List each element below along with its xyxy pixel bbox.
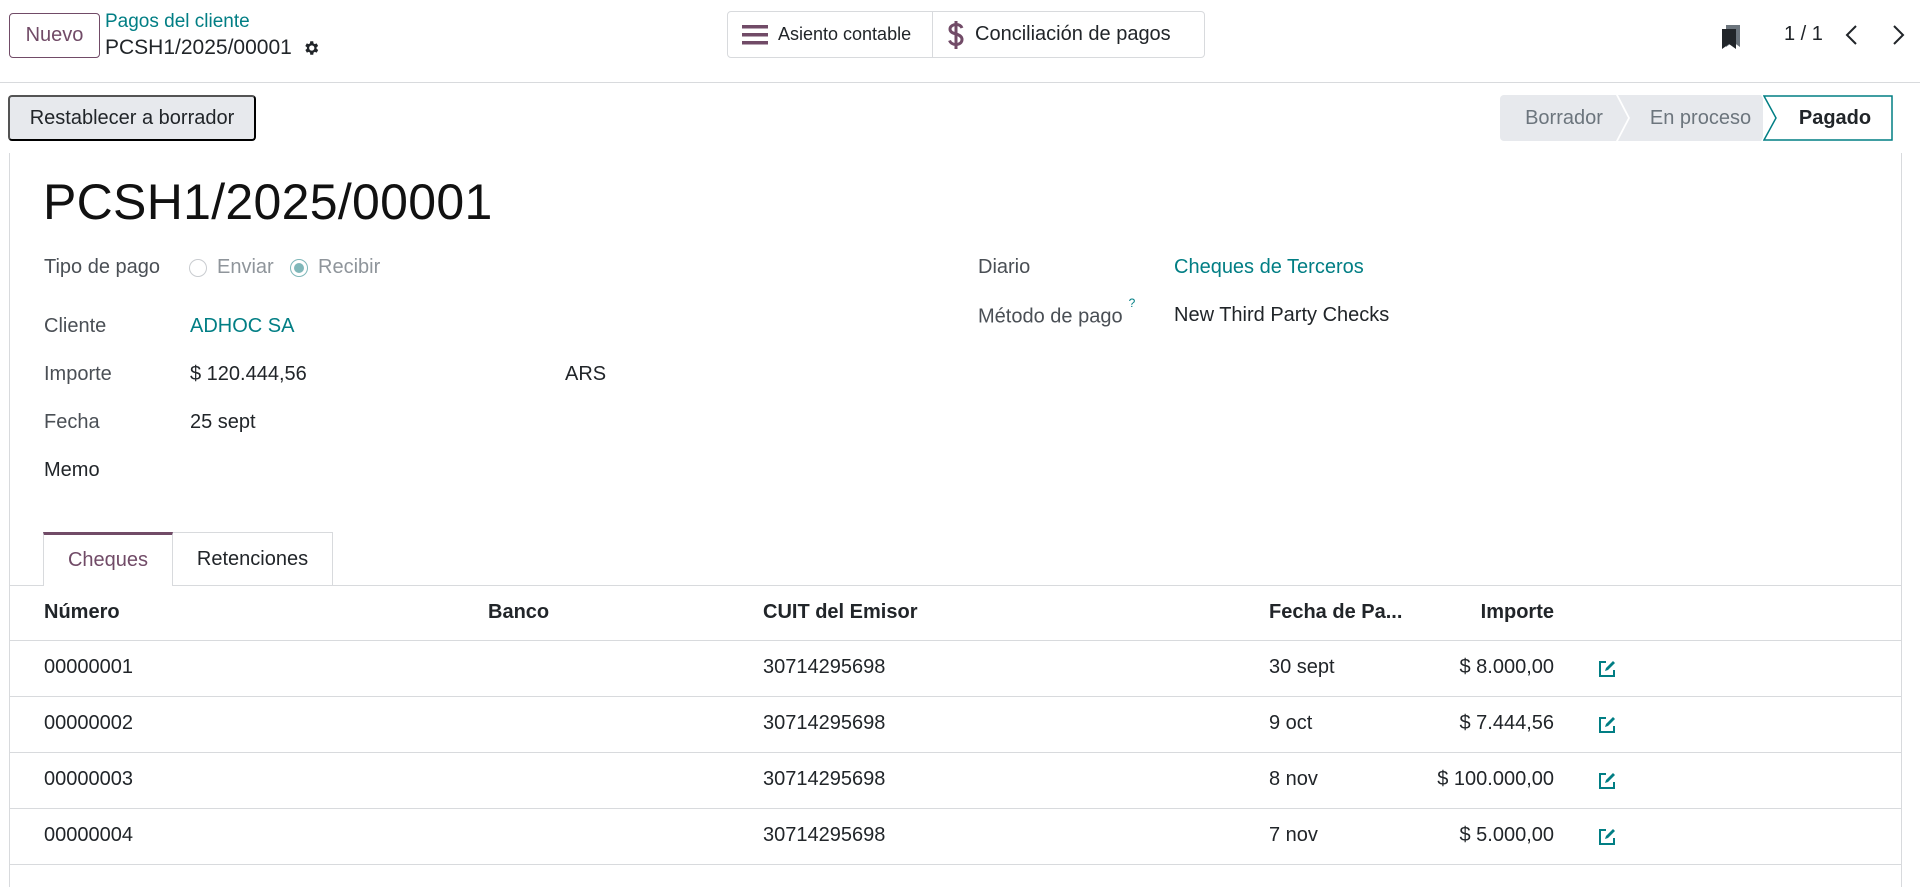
stage-paid-label: Pagado (1798, 106, 1872, 129)
edit-icon[interactable] (1597, 771, 1617, 791)
radio-send[interactable]: Enviar (189, 256, 274, 279)
column-issuer-cuit[interactable]: CUIT del Emisor (763, 601, 917, 624)
chevron-left-icon[interactable] (1843, 24, 1861, 46)
cell-number: 00000004 (44, 824, 133, 846)
new-button[interactable]: Nuevo (9, 13, 100, 58)
stage-paid[interactable]: Pagado (1763, 95, 1893, 141)
currency-value[interactable]: ARS (565, 363, 606, 386)
cell-amount: $ 5.000,00 (1459, 824, 1554, 846)
radio-receive-circle[interactable] (290, 258, 308, 277)
date-label: Fecha (44, 411, 100, 433)
cell-date: 7 nov (1269, 824, 1318, 846)
record-name: PCSH1/2025/00001 (105, 36, 292, 59)
journal-label: Diario (978, 256, 1031, 278)
column-number[interactable]: Número (44, 601, 120, 624)
notebook-tabs: Cheques Retenciones (43, 532, 333, 586)
breadcrumb-payments[interactable]: Pagos del cliente (105, 11, 250, 33)
edit-icon[interactable] (1597, 659, 1617, 679)
journal-link[interactable]: Cheques de Terceros (1174, 256, 1364, 279)
cell-cuit: 30714295698 (763, 824, 886, 846)
page-title: PCSH1/2025/00001 (43, 174, 493, 230)
radio-send-label: Enviar (217, 256, 274, 278)
control-panel: Nuevo Pagos del cliente PCSH1/2025/00001… (0, 0, 1920, 83)
cell-amount: $ 100.000,00 (1437, 768, 1554, 790)
date-value[interactable]: 25 sept (190, 411, 256, 434)
list-icon (742, 24, 768, 44)
column-bank[interactable]: Banco (488, 601, 549, 624)
payment-method-label: Método de pago (978, 305, 1123, 328)
table-row[interactable]: 00000003 30714295698 8 nov $ 100.000,00 (9, 753, 1902, 809)
status-bar: Borrador En proceso Pagado (1500, 95, 1893, 141)
payment-reconciliation-button[interactable]: Conciliación de pagos (932, 12, 1204, 57)
radio-receive[interactable]: Recibir (290, 256, 380, 279)
cell-number: 00000001 (44, 656, 133, 678)
cell-date: 30 sept (1269, 656, 1335, 678)
journal-entry-button[interactable]: Asiento contable (728, 12, 932, 57)
cell-date: 8 nov (1269, 768, 1318, 790)
table-row[interactable]: 00000001 30714295698 30 sept $ 8.000,00 (9, 641, 1902, 697)
tab-withholdings[interactable]: Retenciones (173, 532, 333, 586)
cell-cuit: 30714295698 (763, 712, 886, 734)
pager-value[interactable]: 1 / 1 (1784, 23, 1823, 46)
column-payment-date[interactable]: Fecha de Pa... (1269, 601, 1402, 624)
chevron-right-icon[interactable] (1889, 24, 1907, 46)
customer-link[interactable]: ADHOC SA (190, 315, 294, 338)
table-row[interactable]: 00000004 30714295698 7 nov $ 5.000,00 (9, 809, 1902, 865)
amount-value[interactable]: $ 120.444,56 (190, 363, 307, 386)
cell-amount: $ 8.000,00 (1459, 656, 1554, 678)
gear-icon[interactable] (302, 39, 320, 57)
payment-method-value[interactable]: New Third Party Checks (1174, 304, 1389, 327)
table-row[interactable]: 00000002 30714295698 9 oct $ 7.444,56 (9, 697, 1902, 753)
cell-date: 9 oct (1269, 712, 1313, 734)
payment-reconciliation-label: Conciliación de pagos (975, 23, 1171, 45)
smart-buttons: Asiento contable Conciliación de pagos (727, 11, 1205, 58)
tab-checks[interactable]: Cheques (43, 532, 173, 586)
bookmark-icon[interactable] (1720, 24, 1742, 50)
radio-receive-label: Recibir (318, 256, 381, 278)
customer-label: Cliente (44, 315, 107, 337)
cell-cuit: 30714295698 (763, 656, 886, 678)
amount-label: Importe (44, 363, 112, 385)
cell-cuit: 30714295698 (763, 768, 886, 790)
edit-icon[interactable] (1597, 715, 1617, 735)
payment-method-label-wrapper: Método de pago? (978, 296, 1135, 329)
stage-draft[interactable]: Borrador (1500, 95, 1628, 141)
edit-icon[interactable] (1597, 827, 1617, 847)
cell-number: 00000002 (44, 712, 133, 734)
dollar-icon (948, 20, 964, 49)
journal-entry-label: Asiento contable (778, 24, 912, 44)
help-tooltip-icon[interactable]: ? (1129, 296, 1136, 310)
reset-to-draft-button[interactable]: Restablecer a borrador (8, 95, 256, 141)
column-amount[interactable]: Importe (1399, 601, 1554, 624)
cell-number: 00000003 (44, 768, 133, 790)
memo-label: Memo (44, 459, 100, 481)
radio-send-circle[interactable] (189, 258, 207, 277)
stage-in-process[interactable]: En proceso (1618, 95, 1773, 141)
payment-type-label: Tipo de pago (44, 256, 161, 278)
checks-table-header: Número Banco CUIT del Emisor Fecha de Pa… (9, 586, 1902, 641)
record-name-wrapper: PCSH1/2025/00001 (105, 36, 320, 60)
cell-amount: $ 7.444,56 (1459, 712, 1554, 734)
